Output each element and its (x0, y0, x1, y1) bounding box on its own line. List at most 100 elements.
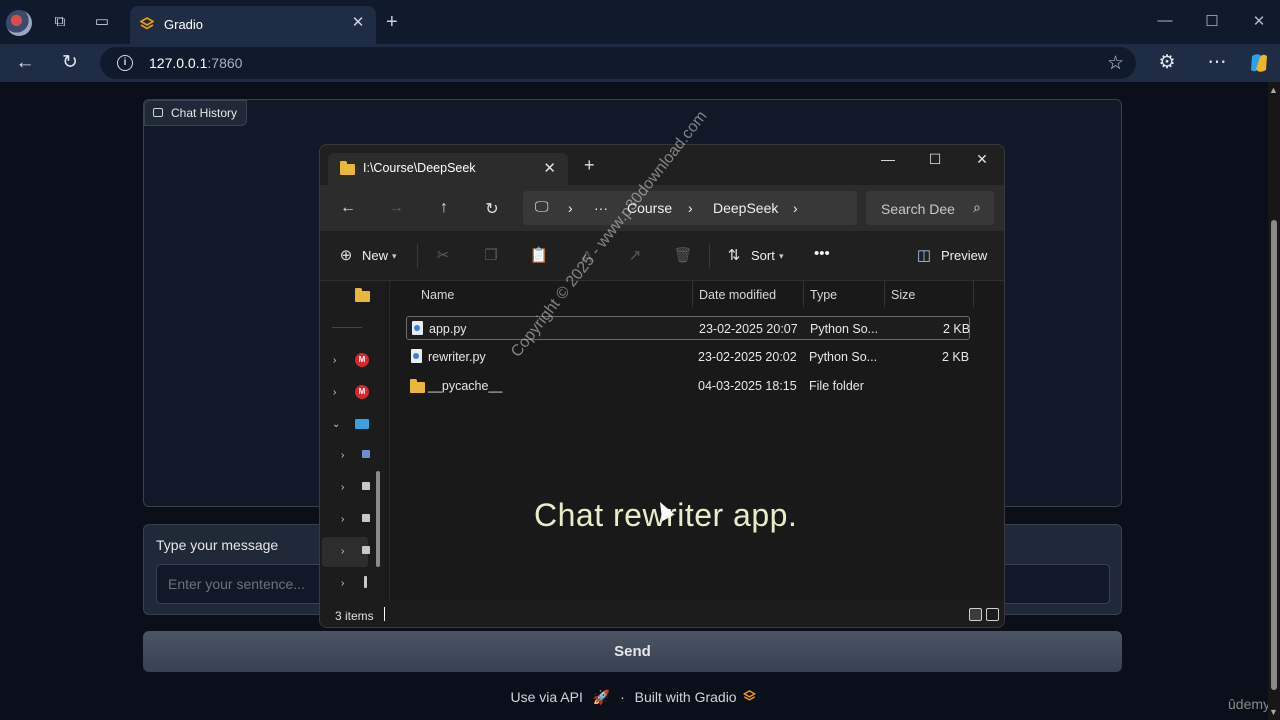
drive-icon[interactable] (362, 482, 370, 490)
add-icon: ⊕ (339, 247, 353, 264)
column-type[interactable]: Type (810, 288, 837, 302)
close-window-icon[interactable]: ✕ (972, 151, 992, 168)
chevron-right-icon[interactable]: › (341, 450, 344, 461)
drive-icon[interactable] (362, 450, 370, 458)
info-icon[interactable]: i (117, 55, 133, 71)
explorer-tab-title: I:\Course\DeepSeek (363, 161, 476, 175)
mega-drive-icon[interactable]: M (355, 353, 369, 367)
file-row[interactable]: __pycache__ 04-03-2025 18:15 File folder (406, 374, 970, 398)
chevron-right-icon[interactable]: › (793, 200, 798, 216)
sort-button[interactable]: Sort (751, 248, 775, 263)
copilot-icon[interactable] (1248, 53, 1270, 73)
folder-icon[interactable] (355, 288, 370, 302)
file-name: __pycache__ (428, 379, 503, 393)
back-icon[interactable]: ← (14, 52, 36, 74)
file-row[interactable]: rewriter.py 23-02-2025 20:02 Python So..… (406, 345, 970, 369)
chevron-right-icon[interactable]: › (341, 514, 344, 525)
preview-button[interactable]: Preview (941, 248, 987, 263)
column-divider[interactable] (884, 281, 885, 307)
workspaces-icon[interactable]: ⧉ (50, 12, 70, 32)
python-file-icon (412, 321, 423, 335)
back-icon[interactable]: ← (338, 199, 358, 217)
text-caret (384, 607, 385, 621)
footer: Use via API 🚀 · Built with Gradio (0, 689, 1264, 706)
drive-icon[interactable] (362, 546, 370, 554)
profile-icon[interactable] (6, 10, 32, 36)
close-window-icon[interactable]: ✕ (1249, 12, 1269, 30)
details-view-icon[interactable] (969, 608, 982, 621)
column-name[interactable]: Name (421, 288, 454, 302)
file-type: Python So... (810, 322, 879, 336)
file-date: 04-03-2025 18:15 (698, 379, 797, 393)
paste-icon[interactable]: 📋 (529, 246, 549, 264)
more-icon[interactable]: ⋯ (1206, 52, 1228, 74)
up-icon[interactable]: ↑ (434, 199, 454, 217)
explorer-command-bar: ⊕ New ▾ ✂ ❐ 📋 Ａ ↗ 🗑 ⇅ Sort ▾ ••• ◫ Previ… (320, 231, 1004, 281)
tab-actions-icon[interactable]: ▭ (92, 12, 112, 32)
file-name: rewriter.py (428, 350, 486, 364)
chevron-right-icon[interactable]: › (688, 200, 693, 216)
page-scrollbar[interactable]: ▲ ▼ (1268, 82, 1280, 720)
refresh-icon[interactable]: ↻ (482, 199, 502, 219)
file-size: 2 KB (943, 322, 971, 336)
column-divider[interactable] (803, 281, 804, 307)
search-input[interactable]: Search Dee ⌕ (866, 191, 994, 225)
chevron-right-icon[interactable]: › (341, 482, 344, 493)
nav-pane-scrollbar[interactable] (376, 471, 380, 567)
file-row[interactable]: app.py 23-02-2025 20:07 Python So... 2 K… (406, 316, 970, 340)
close-icon[interactable]: ✕ (543, 159, 556, 177)
new-tab-icon[interactable]: + (386, 12, 398, 32)
breadcrumb-more[interactable]: ··· (594, 200, 608, 216)
column-divider[interactable] (692, 281, 693, 307)
url-field[interactable]: i 127.0.0.1:7860 ☆ (100, 47, 1136, 79)
separator (709, 244, 710, 268)
breadcrumb[interactable]: 🖵 › ··· Course › DeepSeek › (523, 191, 857, 225)
chevron-right-icon[interactable]: › (568, 200, 573, 216)
scroll-up-icon[interactable]: ▲ (1269, 85, 1278, 95)
minimize-icon[interactable]: — (878, 151, 898, 167)
use-via-api-link[interactable]: Use via API (511, 689, 583, 705)
scroll-thumb[interactable] (1271, 220, 1277, 690)
chevron-right-icon[interactable]: › (341, 546, 344, 557)
file-date: 23-02-2025 20:07 (699, 322, 798, 336)
column-divider[interactable] (973, 281, 974, 307)
new-tab-icon[interactable]: + (584, 156, 595, 174)
minimize-icon[interactable]: — (1155, 12, 1175, 29)
footer-separator: · (620, 689, 625, 705)
scroll-down-icon[interactable]: ▼ (1269, 707, 1278, 717)
tiles-view-icon[interactable] (986, 608, 999, 621)
extensions-icon[interactable]: ⚙ (1156, 52, 1178, 74)
refresh-icon[interactable]: ↻ (59, 52, 81, 74)
chevron-down-icon: ▾ (779, 251, 784, 261)
favorite-star-icon[interactable]: ☆ (1107, 52, 1124, 75)
folder-icon (410, 379, 425, 393)
drive-icon[interactable] (362, 514, 370, 522)
chevron-right-icon[interactable]: › (333, 355, 336, 366)
copy-icon: ❐ (484, 247, 498, 264)
drive-icon[interactable] (364, 576, 367, 588)
built-with-gradio-link[interactable]: Built with Gradio (635, 689, 737, 705)
browser-tab-gradio[interactable]: Gradio ✕ (130, 6, 376, 44)
gradio-logo-icon (743, 690, 757, 701)
address-bar: ← ↻ i 127.0.0.1:7860 ☆ ⚙ ⋯ (0, 44, 1280, 82)
column-date-modified[interactable]: Date modified (699, 288, 776, 302)
python-file-icon (411, 349, 422, 363)
navigation-pane: › M › M ⌄ › › › › › (320, 281, 386, 601)
close-icon[interactable]: ✕ (350, 15, 366, 31)
new-button[interactable]: New (362, 248, 388, 263)
chevron-right-icon[interactable]: › (341, 578, 344, 589)
computer-icon[interactable]: 🖵 (535, 198, 549, 215)
breadcrumb-deepseek[interactable]: DeepSeek (713, 200, 778, 216)
column-size[interactable]: Size (891, 288, 915, 302)
this-pc-icon[interactable] (355, 419, 369, 429)
chevron-down-icon[interactable]: ⌄ (332, 419, 340, 430)
more-options-button[interactable]: ••• (814, 245, 830, 262)
chevron-right-icon[interactable]: › (333, 387, 336, 398)
send-button[interactable]: Send (143, 631, 1122, 672)
explorer-tab[interactable]: I:\Course\DeepSeek ✕ (328, 153, 568, 185)
maximize-icon[interactable]: ☐ (1202, 12, 1222, 30)
maximize-icon[interactable]: ☐ (925, 151, 945, 168)
file-type: Python So... (809, 350, 878, 364)
message-label: Type your message (156, 537, 279, 553)
mega-drive-icon[interactable]: M (355, 385, 369, 399)
